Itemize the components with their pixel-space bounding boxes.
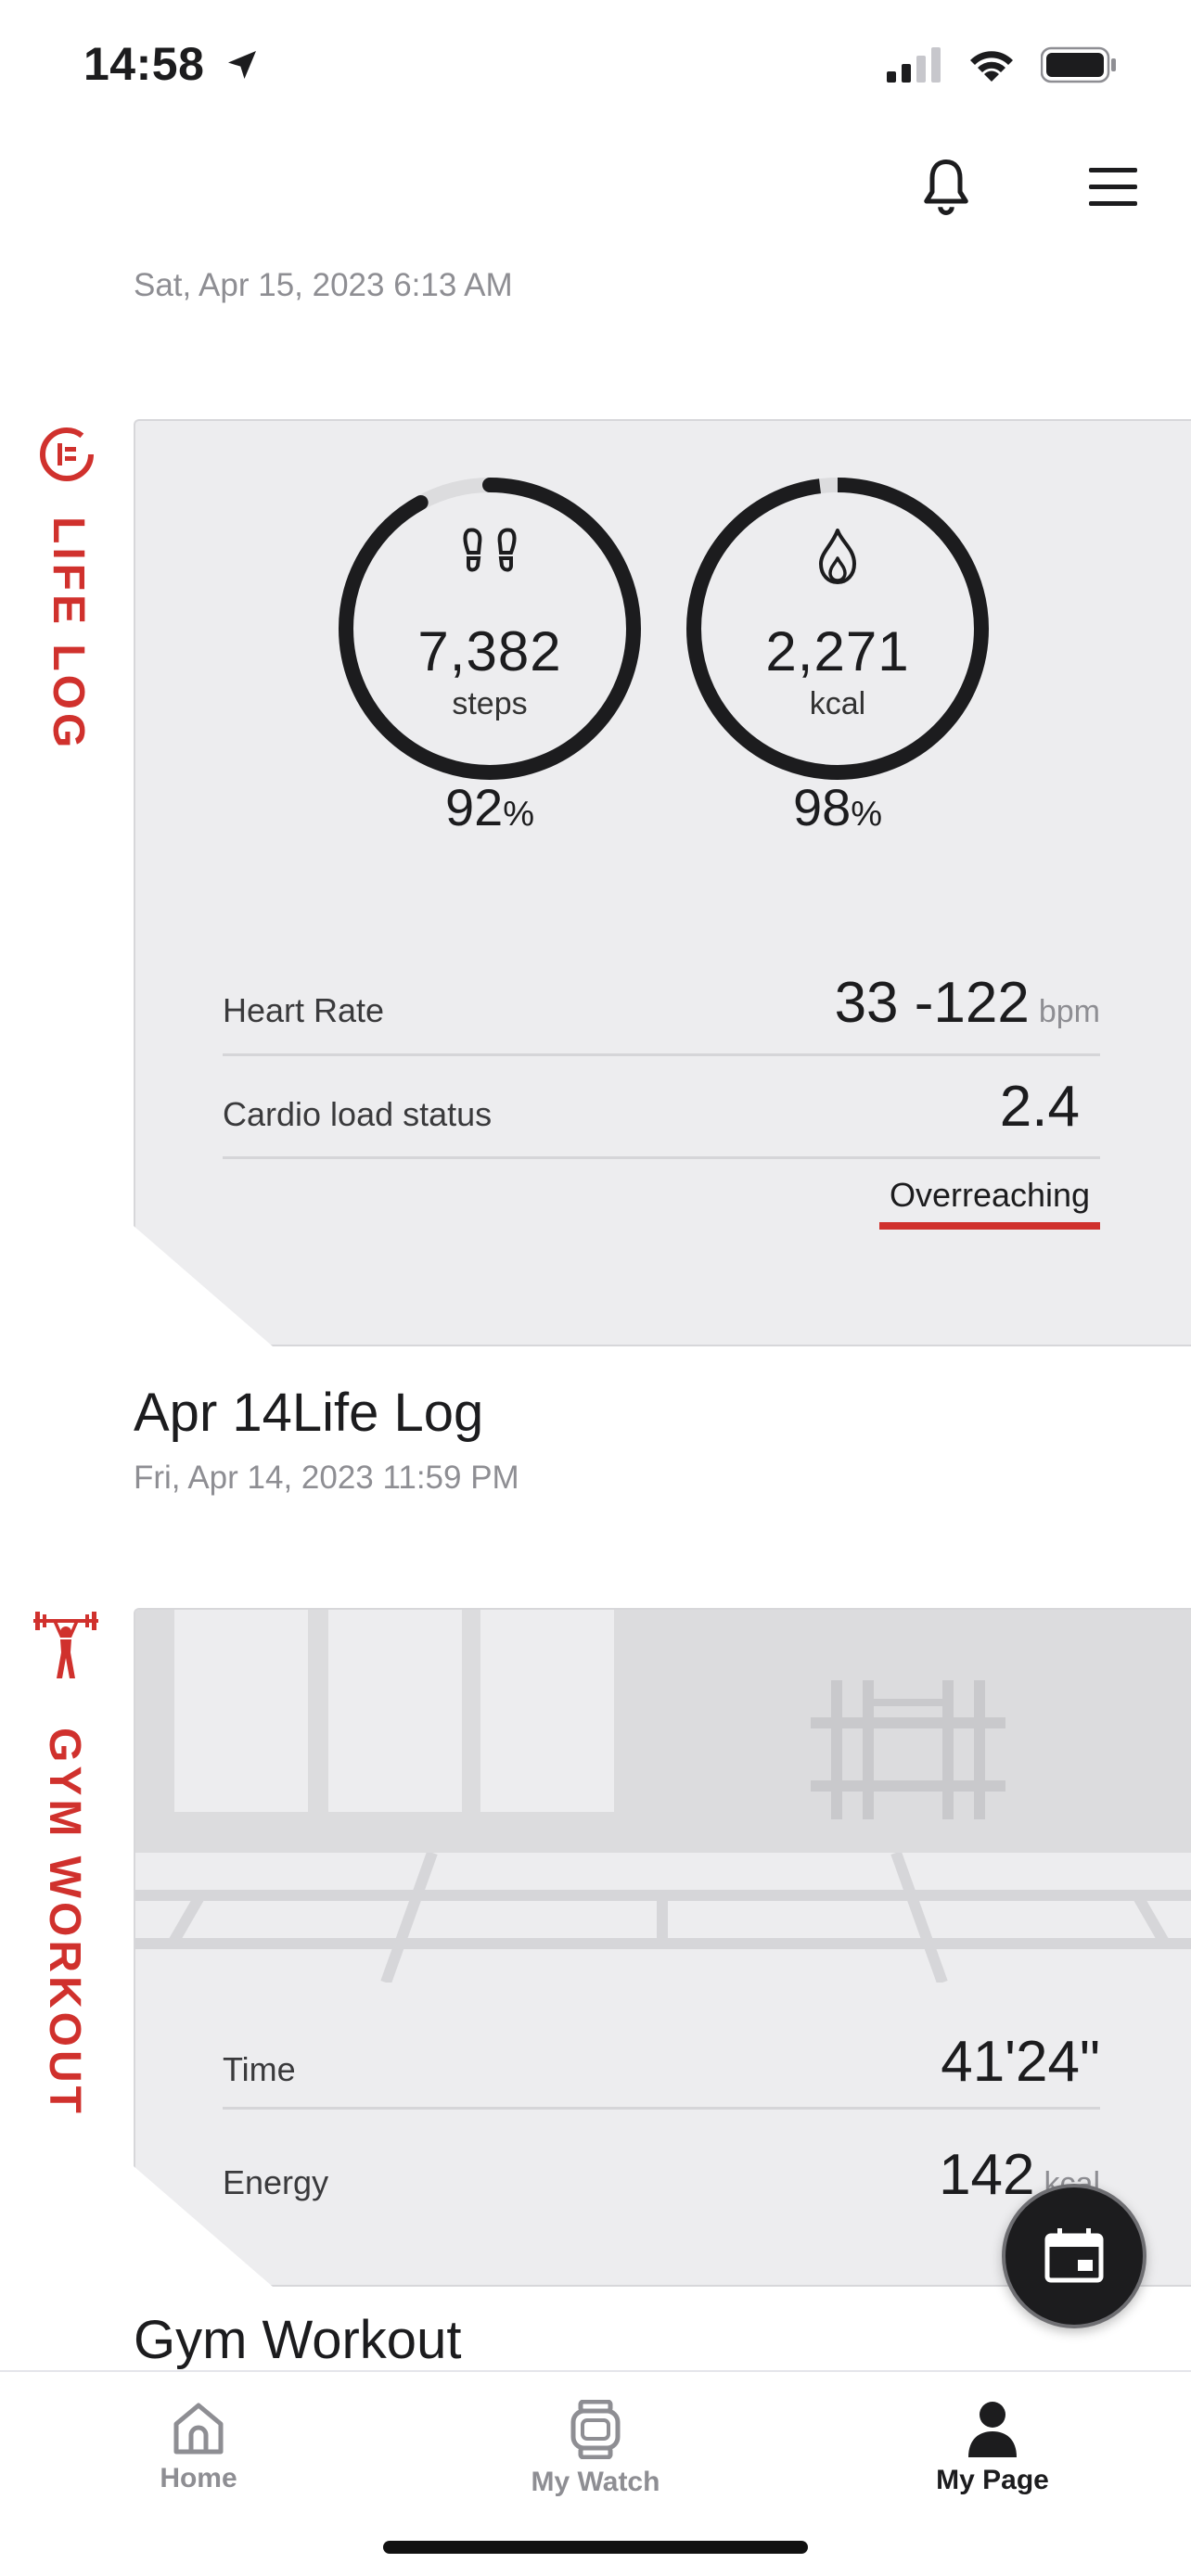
steps-value: 7,382 — [417, 620, 562, 682]
life-log-entry-title[interactable]: Apr 14Life Log — [134, 1382, 483, 1444]
calories-percent: 98% — [680, 777, 995, 837]
steps-percent-sign: % — [503, 795, 535, 834]
tab-my-page[interactable]: My Page — [890, 2400, 1095, 2496]
cardio-load-label: Cardio load status — [223, 1095, 493, 1133]
tab-home-label: Home — [160, 2463, 237, 2493]
status-time-text: 14:58 — [83, 38, 205, 90]
calories-ring: 2,271 kcal 98% — [680, 471, 995, 836]
cardio-load-status-underline — [879, 1222, 1100, 1230]
gym-time-value: 41'24" — [941, 2030, 1100, 2094]
barbell-rack-illustration — [811, 1680, 1005, 1819]
life-log-label: LIFE LOG — [44, 516, 93, 752]
gym-workout-entry-title[interactable]: Gym Workout — [134, 2309, 461, 2371]
calories-percent-sign: % — [851, 795, 883, 834]
bell-icon — [924, 159, 968, 215]
notifications-button[interactable] — [909, 150, 983, 224]
divider — [223, 2107, 1100, 2110]
heart-rate-unit: bpm — [1038, 994, 1100, 1029]
life-log-timestamp: Sat, Apr 15, 2023 6:13 AM — [134, 267, 513, 303]
heart-rate-label: Heart Rate — [223, 991, 385, 1029]
tab-my-watch-label: My Watch — [531, 2467, 660, 2497]
heart-rate-value: 33 -122 — [834, 971, 1030, 1035]
gym-workout-side-label: GYM WORKOUT — [32, 1606, 100, 2117]
calories-value: 2,271 — [765, 620, 910, 682]
gym-time-label: Time — [223, 2050, 296, 2088]
tab-home[interactable]: Home — [96, 2400, 301, 2494]
calendar-icon — [1044, 2228, 1104, 2283]
calories-percent-value: 98 — [792, 778, 852, 836]
cellular-signal-icon — [887, 47, 941, 83]
heart-rate-value-group: 33 -122 bpm — [835, 970, 1100, 1036]
home-icon — [173, 2403, 224, 2455]
life-log-icon — [40, 427, 94, 481]
tab-my-watch[interactable]: My Watch — [493, 2400, 698, 2498]
gym-illustration-floor — [135, 1853, 1191, 1983]
tab-my-page-label: My Page — [936, 2465, 1049, 2495]
home-indicator — [383, 2541, 808, 2554]
location-arrow-icon — [227, 51, 256, 79]
steps-percent-value: 92 — [444, 778, 504, 836]
gym-energy-value: 142 — [939, 2143, 1035, 2207]
cardio-load-status-text: Overreaching — [889, 1176, 1091, 1214]
cardio-load-value: 2.4 — [999, 1075, 1080, 1139]
cardio-load-status: Overreaching — [879, 1176, 1100, 1230]
status-indicators — [887, 46, 1117, 83]
watch-icon — [570, 2400, 621, 2459]
hamburger-menu-icon — [1089, 168, 1137, 206]
menu-button[interactable] — [1076, 150, 1150, 224]
calendar-fab-button[interactable] — [1002, 2184, 1146, 2328]
steps-ring: 7,382 steps 92% — [332, 471, 647, 836]
gym-workout-label: GYM WORKOUT — [40, 1728, 89, 2117]
gym-time-row: Time 41'24" — [223, 2029, 1100, 2095]
divider — [223, 1156, 1100, 1159]
wifi-icon — [970, 51, 1013, 82]
status-time: 14:58 — [83, 37, 261, 91]
gym-illustration-wall — [135, 1610, 1191, 1853]
flame-icon — [680, 529, 995, 589]
battery-icon — [1041, 46, 1116, 83]
gym-energy-row: Energy 142kcal — [223, 2142, 1100, 2208]
steps-unit: steps — [452, 686, 528, 721]
person-icon — [968, 2402, 1017, 2457]
weightlifter-icon — [33, 1612, 98, 1678]
life-log-entry-date: Fri, Apr 14, 2023 11:59 PM — [134, 1460, 519, 1496]
cardio-load-row: Cardio load status 2.4 — [223, 1074, 1100, 1140]
divider — [223, 1053, 1100, 1056]
life-log-side-label: LIFE LOG — [37, 425, 96, 751]
heart-rate-row: Heart Rate 33 -122 bpm — [223, 970, 1100, 1036]
footprints-icon — [332, 527, 647, 591]
steps-percent: 92% — [332, 777, 647, 837]
calories-unit: kcal — [809, 686, 866, 721]
gym-energy-label: Energy — [223, 2163, 329, 2201]
